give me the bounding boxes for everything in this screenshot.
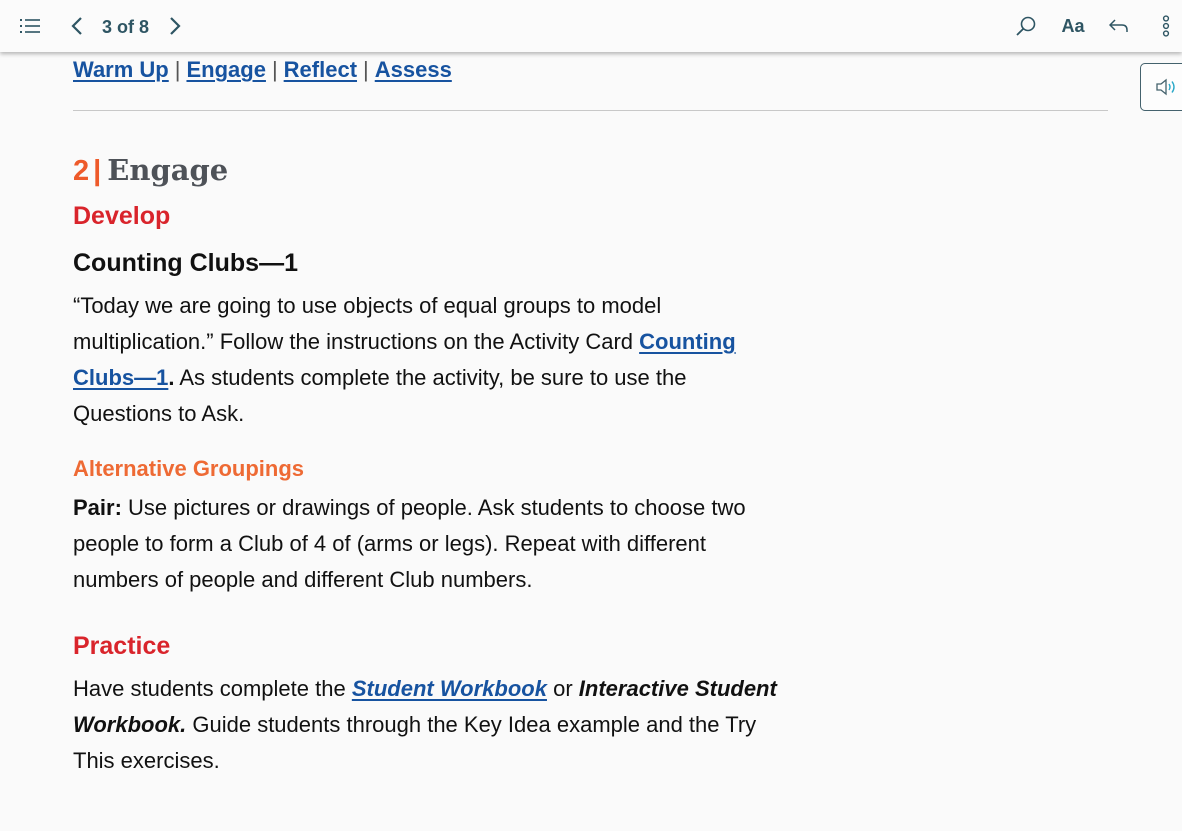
student-workbook-link[interactable]: Student Workbook: [352, 676, 547, 701]
nav-separator: |: [174, 57, 181, 82]
develop-heading: Develop: [73, 202, 171, 230]
table-of-contents-button[interactable]: [18, 0, 42, 52]
alternative-groupings-paragraph: Pair: Use pictures or drawings of people…: [73, 490, 773, 598]
read-aloud-button[interactable]: [1140, 63, 1182, 111]
section-separator: |: [93, 155, 102, 187]
practice-paragraph: Have students complete the Student Workb…: [73, 671, 793, 779]
chevron-left-icon: [71, 17, 82, 35]
divider: [73, 110, 1108, 111]
develop-paragraph: “Today we are going to use objects of eq…: [73, 288, 773, 432]
develop-text: “Today we are going to use objects of eq…: [73, 293, 662, 354]
back-button[interactable]: [1106, 0, 1132, 52]
next-page-button[interactable]: [164, 0, 186, 52]
font-size-button[interactable]: Aa: [1058, 0, 1088, 52]
chevron-right-icon: [170, 17, 181, 35]
activity-heading: Counting Clubs—1: [73, 249, 298, 277]
section-nav: Warm Up | Engage | Reflect | Assess: [73, 57, 1108, 83]
undo-arrow-icon: [1109, 19, 1128, 32]
practice-heading: Practice: [73, 632, 171, 660]
more-vertical-icon: [1162, 15, 1170, 37]
search-button[interactable]: [1012, 0, 1040, 52]
list-icon: [20, 19, 40, 33]
pair-text: Use pictures or drawings of people. Ask …: [73, 495, 746, 592]
alternative-groupings-heading: Alternative Groupings: [73, 456, 305, 481]
nav-link-warm-up[interactable]: Warm Up: [73, 57, 169, 82]
nav-link-engage[interactable]: Engage: [186, 57, 265, 82]
nav-link-reflect[interactable]: Reflect: [284, 57, 357, 82]
practice-text-or: or: [546, 676, 579, 701]
nav-separator: |: [363, 57, 369, 82]
pair-label: Pair:: [73, 495, 122, 520]
section-title: 2 | Engage: [73, 153, 1108, 188]
section-number: 2: [73, 155, 90, 187]
top-toolbar: 3 of 8 Aa: [0, 0, 1182, 52]
practice-text: Have students complete the: [73, 676, 352, 701]
more-options-button[interactable]: [1154, 0, 1178, 52]
page-indicator: 3 of 8: [102, 17, 150, 37]
section-name: Engage: [107, 153, 229, 187]
speaker-icon: [1156, 78, 1175, 96]
lesson-content: Warm Up | Engage | Reflect | Assess 2 | Engage D…: [73, 52, 1108, 779]
previous-page-button[interactable]: [66, 0, 88, 52]
search-icon: [1016, 16, 1036, 36]
nav-link-assess[interactable]: Assess: [375, 57, 452, 82]
nav-separator: |: [271, 57, 278, 82]
